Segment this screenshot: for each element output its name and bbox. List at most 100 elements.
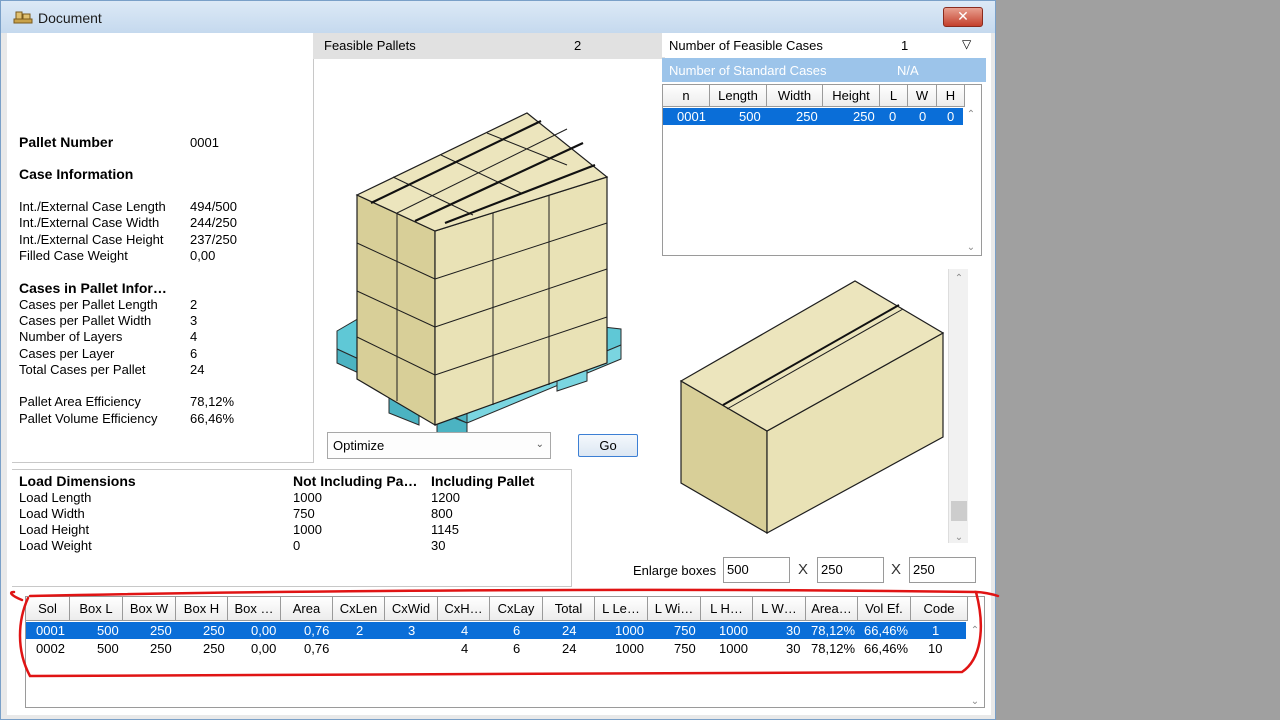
scroll-down-icon[interactable]: ⌄ <box>967 696 983 707</box>
case-info-value: 0,00 <box>190 248 216 263</box>
table-cell: 250 <box>203 641 225 656</box>
table-cell: 250 <box>853 109 875 124</box>
case-info-value: 494/500 <box>190 199 237 214</box>
feasible-pallets-count: 2 <box>574 38 582 53</box>
load-row-value: 1145 <box>431 522 459 537</box>
column-header[interactable]: L Le… <box>595 597 648 621</box>
optimize-combobox[interactable]: Optimize ⌄ <box>327 432 551 459</box>
load-row-value: 0 <box>293 538 301 553</box>
column-header[interactable]: Area… <box>806 597 858 621</box>
table-cell: 10 <box>928 641 943 656</box>
title-bar[interactable]: Document ✕ <box>1 1 995 33</box>
table-cell: 6 <box>513 623 521 638</box>
column-header[interactable]: Vol Ef. <box>858 597 911 621</box>
column-header[interactable]: L Wi… <box>648 597 701 621</box>
scroll-up-icon[interactable]: ⌃ <box>967 625 983 636</box>
pallet-info-label: Number of Layers <box>19 329 123 344</box>
column-header[interactable]: CxLen <box>333 597 385 621</box>
case-info-label: Int./External Case Length <box>19 199 166 214</box>
column-header[interactable]: Length <box>710 85 767 107</box>
solutions-scrollbar[interactable]: ⌃ ⌄ <box>966 621 984 707</box>
table-cell: 0 <box>919 109 927 124</box>
column-header[interactable]: Code <box>911 597 968 621</box>
load-row-label: Load Height <box>19 522 90 537</box>
enlarge-length-input[interactable]: 500 <box>723 557 790 583</box>
load-dimensions-panel: Load Dimensions Not Including Pa… Includ… <box>12 469 572 587</box>
load-row-label: Load Weight <box>19 538 92 553</box>
table-row[interactable]: 0001 500 250 250 0 0 0 <box>663 108 963 125</box>
column-header[interactable]: Box H <box>176 597 228 621</box>
table-cell: 24 <box>562 641 577 656</box>
load-row-value: 750 <box>293 506 315 521</box>
column-header[interactable]: L <box>880 85 908 107</box>
cases-scrollbar[interactable]: ⌃ ⌄ <box>963 107 981 255</box>
close-icon: ✕ <box>957 8 969 24</box>
column-header[interactable]: Box W <box>123 597 176 621</box>
including-pallet-heading: Including Pallet <box>431 473 535 489</box>
enlarge-height-input[interactable]: 250 <box>909 557 976 583</box>
feasible-cases-label: Number of Feasible Cases <box>669 38 823 53</box>
column-header[interactable]: Box L <box>70 597 123 621</box>
table-cell: 2 <box>356 623 364 638</box>
feasible-pallets-label: Feasible Pallets <box>324 38 416 53</box>
pallet-info-value: 3 <box>190 313 198 328</box>
scroll-thumb[interactable] <box>951 501 967 521</box>
column-header[interactable]: Width <box>767 85 823 107</box>
table-cell: 0002 <box>36 641 65 656</box>
table-cell: 78,12% <box>811 623 856 638</box>
table-cell: 6 <box>513 641 521 656</box>
column-header[interactable]: n <box>663 85 710 107</box>
case-3d-view[interactable] <box>663 269 949 541</box>
scroll-up-icon[interactable]: ⌃ <box>963 109 979 120</box>
case-view-scrollbar[interactable]: ⌃ ⌄ <box>948 269 968 543</box>
table-row[interactable]: 0002 500 250 250 0,00 0,76 4 6 24 1000 7… <box>26 640 966 657</box>
column-header[interactable]: CxLay <box>490 597 543 621</box>
standard-cases-label: Number of Standard Cases <box>669 63 827 78</box>
column-header[interactable]: CxWid <box>385 597 438 621</box>
enlarge-width-input[interactable]: 250 <box>817 557 884 583</box>
table-cell: 250 <box>203 623 225 638</box>
feasible-cases-selector[interactable]: Number of Feasible Cases 1 ▽ <box>662 33 986 57</box>
window-title: Document <box>38 10 102 26</box>
column-header[interactable]: Area <box>281 597 333 621</box>
column-header[interactable]: L H… <box>701 597 753 621</box>
table-cell: 24 <box>562 623 577 638</box>
table-row[interactable]: 0001 500 250 250 0,00 0,76 2 3 4 6 24 10… <box>26 622 966 639</box>
pallet-info-panel: Pallet Number 0001 Case Information Int.… <box>12 35 314 463</box>
dropdown-arrow-icon[interactable]: ▽ <box>962 37 971 51</box>
column-header[interactable]: Height <box>823 85 880 107</box>
column-header[interactable]: L W… <box>753 597 806 621</box>
enlarge-boxes-label: Enlarge boxes <box>633 563 717 578</box>
column-header[interactable]: Box … <box>228 597 281 621</box>
column-header[interactable]: CxH… <box>438 597 490 621</box>
scroll-up-icon[interactable]: ⌃ <box>951 273 967 284</box>
pallet-3d-view[interactable] <box>325 73 625 433</box>
close-button[interactable]: ✕ <box>943 7 983 27</box>
feasible-pallets-bar[interactable]: Feasible Pallets 2 <box>313 33 665 59</box>
scroll-down-icon[interactable]: ⌄ <box>951 532 967 543</box>
client-area: Pallet Number 0001 Case Information Int.… <box>7 33 991 715</box>
table-cell: 0,00 <box>251 641 277 656</box>
load-row-value: 1200 <box>431 490 460 505</box>
not-including-pallet-heading: Not Including Pa… <box>293 473 418 489</box>
times-glyph: X <box>798 561 809 578</box>
column-header[interactable]: Sol <box>26 597 70 621</box>
table-cell: 500 <box>97 623 119 638</box>
go-button[interactable]: Go <box>578 434 638 457</box>
pallet-app-icon <box>13 11 33 24</box>
case-info-value: 237/250 <box>190 232 237 247</box>
table-cell: 250 <box>796 109 818 124</box>
table-cell: 30 <box>786 641 801 656</box>
case-info-heading: Case Information <box>19 166 134 182</box>
pallet-info-heading: Cases in Pallet Infor… <box>19 280 167 296</box>
efficiency-label: Pallet Area Efficiency <box>19 394 141 409</box>
table-cell: 750 <box>674 623 696 638</box>
table-cell: 250 <box>150 641 172 656</box>
load-heading: Load Dimensions <box>19 473 136 489</box>
column-header[interactable]: W <box>908 85 937 107</box>
pallet-info-label: Cases per Layer <box>19 346 115 361</box>
column-header[interactable]: Total <box>543 597 595 621</box>
load-row-value: 30 <box>431 538 446 553</box>
column-header[interactable]: H <box>937 85 965 107</box>
scroll-down-icon[interactable]: ⌄ <box>963 242 979 253</box>
